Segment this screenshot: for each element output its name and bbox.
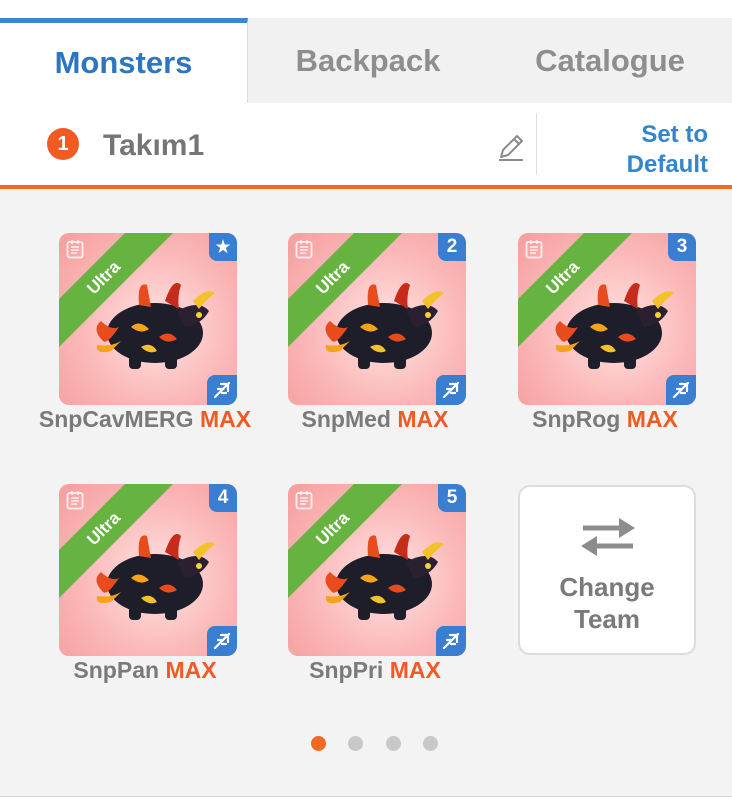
notes-icon xyxy=(295,491,313,510)
page-dot-1[interactable] xyxy=(311,736,326,751)
flying-element-icon xyxy=(442,381,460,399)
flying-element-icon xyxy=(442,632,460,650)
change-team-line1: Change xyxy=(559,572,655,602)
monster-level: MAX xyxy=(199,406,252,432)
flying-element-icon xyxy=(213,381,231,399)
element-badge xyxy=(666,375,696,405)
monster-caption: SnpRog MAX xyxy=(485,406,725,433)
slot-number-badge: 2 xyxy=(438,233,466,261)
slot-number-badge: 5 xyxy=(438,484,466,512)
monster-caption: SnpMed MAX xyxy=(255,406,495,433)
monster-name: SnpPri xyxy=(309,657,384,683)
slot-number-badge: 3 xyxy=(668,233,696,261)
monster-card[interactable]: Ultra 5 xyxy=(288,484,466,656)
change-team-line2: Team xyxy=(574,604,640,634)
set-to-default-button[interactable]: Set to Default xyxy=(600,120,708,180)
monster-card[interactable]: Ultra ★ xyxy=(59,233,237,405)
monster-name: SnpMed xyxy=(301,406,391,432)
monster-name: SnpRog xyxy=(532,406,621,432)
top-strip xyxy=(0,0,732,18)
monster-name: SnpPan xyxy=(73,657,160,683)
set-default-line2: Default xyxy=(626,151,708,178)
notes-icon xyxy=(66,240,84,259)
notes-icon xyxy=(295,240,313,259)
bottom-border xyxy=(0,796,732,800)
monster-level: MAX xyxy=(389,657,441,683)
monster-caption: SnpPan MAX xyxy=(25,657,265,684)
monster-level: MAX xyxy=(165,657,217,683)
star-icon: ★ xyxy=(209,233,237,261)
change-team-button[interactable]: Change Team xyxy=(518,485,696,655)
element-badge xyxy=(207,626,237,656)
notes-icon xyxy=(525,240,543,259)
monster-card[interactable]: Ultra 4 xyxy=(59,484,237,656)
element-badge xyxy=(207,375,237,405)
monster-name: SnpCavMERG xyxy=(38,406,194,432)
swap-arrows-icon xyxy=(581,518,635,556)
tab-bar: Monsters Backpack Catalogue xyxy=(0,18,732,103)
notes-icon xyxy=(66,491,84,510)
monster-card[interactable]: Ultra 2 xyxy=(288,233,466,405)
page-dot-2[interactable] xyxy=(348,736,363,751)
set-default-line1: Set to xyxy=(641,121,708,148)
flying-element-icon xyxy=(672,381,690,399)
element-badge xyxy=(436,375,466,405)
monster-card[interactable]: Ultra 3 xyxy=(518,233,696,405)
team-name: Takım1 xyxy=(103,129,205,162)
flying-element-icon xyxy=(213,632,231,650)
tab-monsters[interactable]: Monsters xyxy=(0,18,248,103)
page-dot-3[interactable] xyxy=(386,736,401,751)
divider xyxy=(536,113,537,175)
tab-catalogue[interactable]: Catalogue xyxy=(488,18,732,103)
element-badge xyxy=(436,626,466,656)
page-dot-4[interactable] xyxy=(423,736,438,751)
monster-caption: SnpCavMERG MAX xyxy=(25,406,265,433)
slot-number-badge: 4 xyxy=(209,484,237,512)
monster-level: MAX xyxy=(397,406,449,432)
monster-caption: SnpPri MAX xyxy=(255,657,495,684)
monster-level: MAX xyxy=(626,406,678,432)
tab-backpack[interactable]: Backpack xyxy=(248,18,488,103)
pencil-icon[interactable] xyxy=(495,131,527,163)
team-number-badge: 1 xyxy=(47,128,79,160)
